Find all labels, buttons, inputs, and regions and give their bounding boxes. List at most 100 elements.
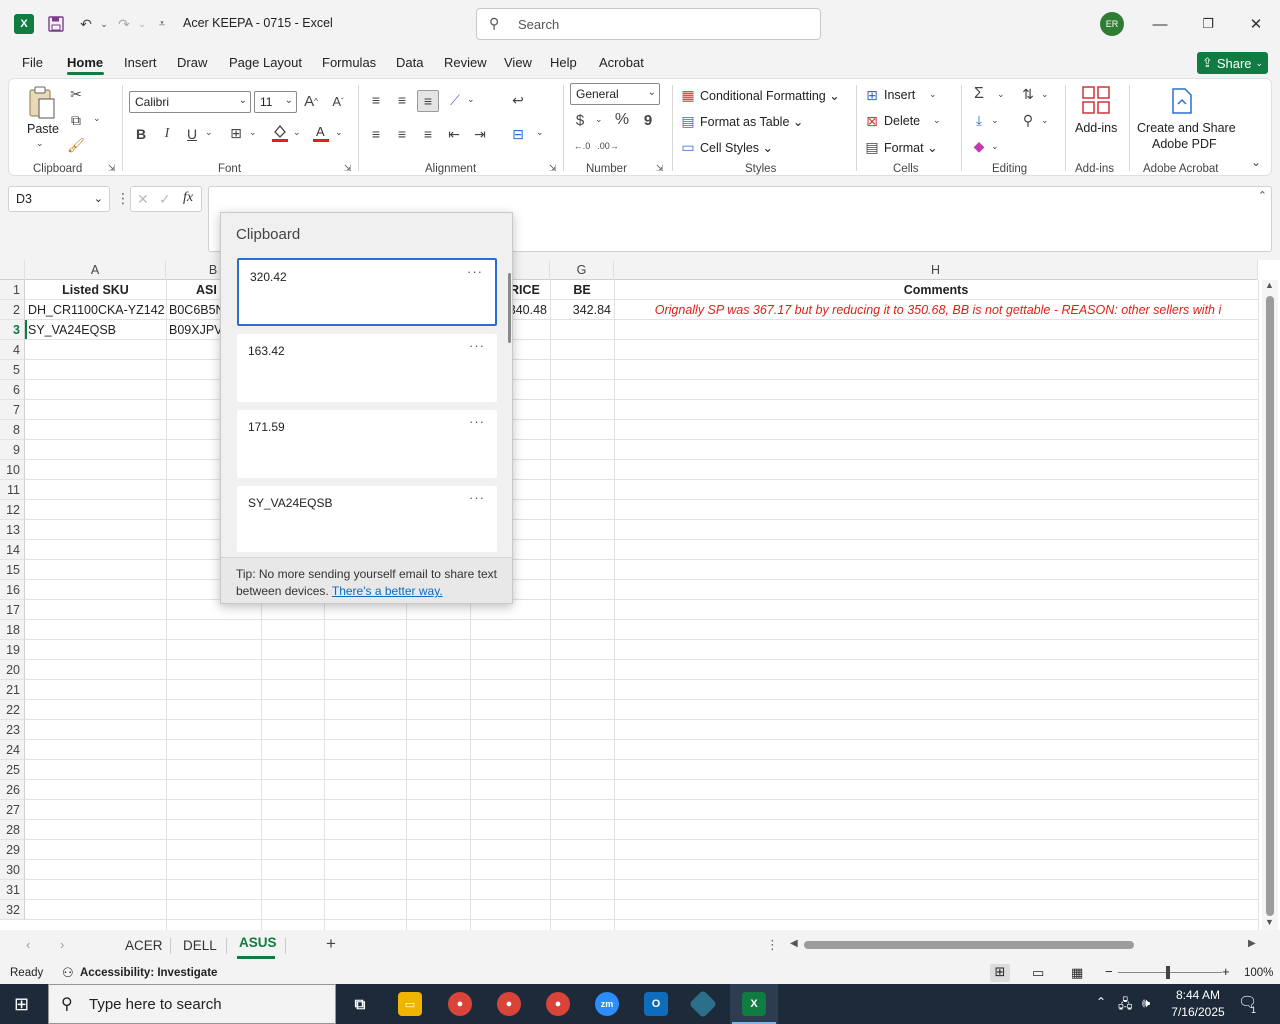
row-header[interactable]: 6 [0,380,25,400]
insert-function-button[interactable]: fx [183,190,193,206]
font-color-dropdown-icon[interactable]: ⌄ [335,127,343,138]
zoom-slider[interactable] [1118,972,1222,973]
underline-dropdown-icon[interactable]: ⌄ [205,127,213,138]
comma-button[interactable]: 9 [641,111,655,129]
currency-dropdown-icon[interactable]: ⌄ [595,114,603,125]
decrease-decimal-icon[interactable]: .00→ [597,137,619,155]
taskbar-date[interactable]: 7/16/2025 [1168,1005,1228,1019]
task-view-icon[interactable]: ⧉ [348,992,372,1016]
insert-dropdown-icon[interactable]: ⌄ [929,89,937,100]
horizontal-scrollbar[interactable]: ◀ ▶ [790,936,1260,954]
tab-home[interactable]: Home [67,55,103,70]
font-name-combo[interactable]: Calibri ⌄ [129,91,251,113]
cancel-icon[interactable]: ✕ [137,191,149,208]
increase-indent-icon[interactable]: ⇥ [471,125,489,143]
more-options-icon[interactable]: ··· [469,414,485,429]
collapse-ribbon-icon[interactable]: ⌄ [1251,155,1261,169]
fill-icon[interactable]: ⤓ [970,111,988,129]
tab-draw[interactable]: Draw [177,55,207,70]
conditional-formatting-icon[interactable]: ▦ [680,87,696,103]
paste-icon[interactable] [27,85,57,121]
outlook-icon[interactable]: O [644,992,668,1016]
scroll-thumb[interactable] [804,941,1134,949]
zoom-level[interactable]: 100% [1244,967,1273,979]
clear-dropdown-icon[interactable]: ⌄ [991,141,999,152]
zoom-in-icon[interactable]: + [1222,964,1230,979]
find-dropdown-icon[interactable]: ⌄ [1041,115,1049,126]
row-header[interactable]: 28 [0,820,25,840]
cut-icon[interactable]: ✂ [67,85,85,103]
align-right-icon[interactable]: ≡ [419,125,437,143]
cell-styles-button[interactable]: Cell Styles ⌄ [700,140,773,155]
row-header[interactable]: 14 [0,540,25,560]
vertical-scrollbar[interactable]: ▲ ▼ [1262,280,1278,930]
search-box[interactable]: ⚲ Search [476,8,821,40]
underline-button[interactable]: U [184,125,200,143]
insert-cells-button[interactable]: Insert [884,88,915,102]
more-options-icon[interactable]: ⋮ [116,190,130,207]
italic-button[interactable]: I [159,125,175,143]
better-way-link[interactable]: There's a better way. [332,584,443,598]
cell-a3[interactable]: SY_VA24EQSB [28,320,166,340]
merge-dropdown-icon[interactable]: ⌄ [536,127,544,138]
increase-font-icon[interactable]: A ^ [302,92,320,110]
percent-button[interactable]: % [613,111,631,129]
sort-dropdown-icon[interactable]: ⌄ [1041,89,1049,100]
clear-icon[interactable]: ◆ [970,137,988,155]
next-sheet-icon[interactable]: › [60,937,64,952]
chrome-profile-icon[interactable]: ● [497,992,521,1016]
create-pdf-icon[interactable] [1169,87,1195,115]
tab-formulas[interactable]: Formulas [322,55,376,70]
wrap-text-icon[interactable]: ↩ [509,91,527,109]
cell-styles-icon[interactable]: ▭ [680,139,696,155]
number-launcher-icon[interactable]: ⇲ [656,163,664,174]
decrease-font-icon[interactable]: Aˇ [329,92,347,110]
fill-dropdown-icon[interactable]: ⌄ [293,127,301,138]
fill-color-icon[interactable] [271,123,289,143]
row-header[interactable]: 29 [0,840,25,860]
select-all-corner[interactable] [0,260,25,280]
more-options-icon[interactable]: ⋮ [766,937,779,953]
row-header[interactable]: 5 [0,360,25,380]
scroll-right-icon[interactable]: ▶ [1248,938,1256,949]
taskbar-search[interactable]: ⚲ Type here to search [48,984,336,1024]
delete-cells-button[interactable]: Delete [884,114,920,128]
zoom-slider-thumb[interactable] [1166,966,1170,979]
file-explorer-icon[interactable]: ▭ [398,992,422,1016]
row-header[interactable]: 8 [0,420,25,440]
font-size-combo[interactable]: 11 ⌄ [254,91,297,113]
undo-dropdown-icon[interactable]: ⌄ [94,14,114,34]
zoom-out-icon[interactable]: − [1105,964,1113,979]
cell-h2[interactable]: Orignally SP was 367.17 but by reducing … [618,300,1258,320]
cell-a1[interactable]: Listed SKU [25,280,166,300]
restore-icon[interactable]: ❐ [1196,12,1220,36]
page-layout-view-icon[interactable]: ▭ [1032,965,1044,981]
row-header[interactable]: 10 [0,460,25,480]
fill-dropdown-icon[interactable]: ⌄ [991,115,999,126]
copy-icon[interactable]: ⧉ [67,111,85,129]
row-header[interactable]: 3 [0,320,25,340]
scroll-thumb[interactable] [1266,296,1274,916]
column-header-g[interactable]: G [550,260,614,280]
avatar[interactable]: ER [1100,12,1124,36]
page-break-view-icon[interactable]: ▦ [1071,965,1083,981]
clipboard-item[interactable]: SY_VA24EQSB ··· [237,486,497,552]
row-header[interactable]: 1 [0,280,25,300]
clipboard-scrollbar[interactable] [508,273,511,343]
row-header[interactable]: 30 [0,860,25,880]
collapse-formula-icon[interactable]: ⌃ [1258,189,1267,202]
cell-a2[interactable]: DH_CR1100CKA-YZ142 [28,300,166,320]
more-options-icon[interactable]: ··· [467,264,483,279]
more-options-icon[interactable]: ··· [469,338,485,353]
clipboard-item[interactable]: 320.42 ··· [237,258,497,326]
prev-sheet-icon[interactable]: ‹ [26,937,30,952]
orientation-dropdown-icon[interactable]: ⌄ [467,94,475,105]
share-button[interactable]: ⇪ Share ⌄ [1197,52,1268,74]
windows-start-icon[interactable]: ⊞ [14,994,29,1015]
format-painter-icon[interactable]: 🖌 [67,136,85,154]
add-ins-button[interactable]: Add-ins [1075,121,1117,135]
tab-help[interactable]: Help [550,55,577,70]
name-box[interactable]: D3 ⌄ [8,186,110,212]
scroll-left-icon[interactable]: ◀ [790,938,798,949]
sort-filter-icon[interactable]: ⇅ [1019,85,1037,103]
